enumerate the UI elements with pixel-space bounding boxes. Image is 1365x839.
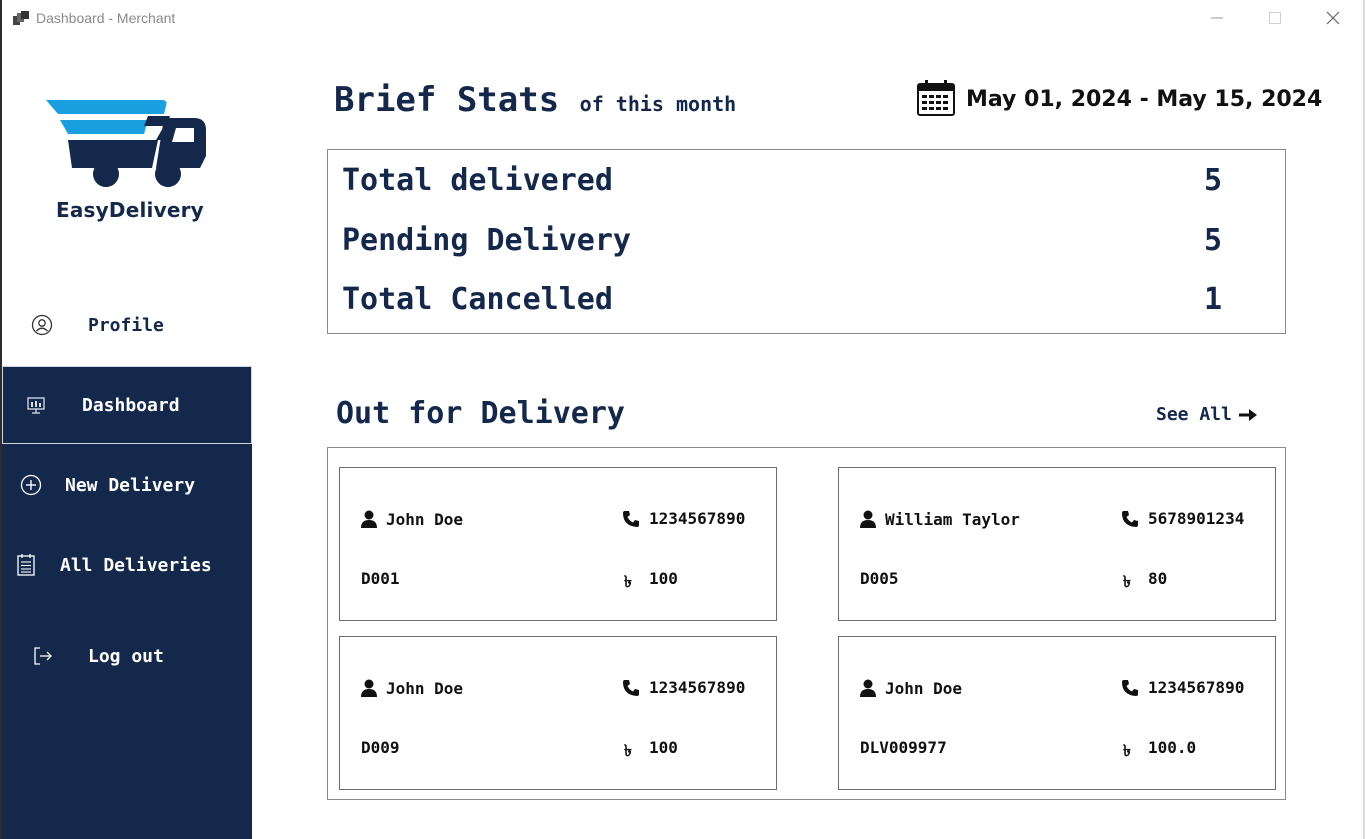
brief-stats-subtitle: of this month bbox=[579, 92, 737, 116]
sidebar-item-profile[interactable]: Profile bbox=[2, 286, 252, 364]
person-icon bbox=[860, 679, 876, 697]
maximize-icon bbox=[1269, 12, 1281, 24]
delivery-id: DLV009977 bbox=[860, 738, 947, 757]
customer-name: John Doe bbox=[386, 510, 464, 529]
arrow-right-icon bbox=[1238, 408, 1257, 421]
delivery-amount: 100 bbox=[649, 569, 678, 588]
delivery-card[interactable]: John Doe 1234567890 D009 ৳ 100 bbox=[339, 636, 777, 790]
maximize-button[interactable] bbox=[1260, 6, 1290, 30]
sidebar-item-label: Profile bbox=[88, 314, 164, 336]
delivery-amount: 80 bbox=[1148, 569, 1168, 588]
sidebar-item-label: Dashboard bbox=[82, 394, 180, 416]
list-icon bbox=[13, 552, 39, 578]
taka-icon: ৳ bbox=[624, 741, 632, 760]
stat-label: Total Cancelled bbox=[342, 282, 613, 317]
customer-phone: 1234567890 bbox=[649, 678, 746, 697]
window-title: Dashboard - Merchant bbox=[36, 10, 176, 26]
sidebar-item-label: New Delivery bbox=[65, 474, 196, 496]
close-icon bbox=[1326, 11, 1340, 25]
stats-panel: Total delivered 5 Pending Delivery 5 Tot… bbox=[327, 149, 1286, 334]
see-all-label: See All bbox=[1156, 404, 1232, 425]
stat-row-pending: Pending Delivery 5 bbox=[342, 223, 1272, 258]
person-icon bbox=[361, 510, 377, 528]
monitor-icon bbox=[23, 392, 49, 418]
delivery-id: D001 bbox=[361, 569, 400, 588]
plus-circle-icon bbox=[18, 472, 44, 498]
logout-icon bbox=[30, 643, 56, 669]
customer-phone: 1234567890 bbox=[649, 509, 746, 528]
sidebar-item-label: All Deliveries bbox=[60, 554, 212, 576]
customer-phone: 1234567890 bbox=[1148, 678, 1245, 697]
user-circle-icon bbox=[29, 312, 55, 338]
app-window-icon bbox=[13, 11, 29, 25]
out-for-delivery-title: Out for Delivery bbox=[336, 396, 625, 431]
taka-icon: ৳ bbox=[1123, 741, 1131, 760]
stat-label: Pending Delivery bbox=[342, 223, 631, 258]
stat-value: 1 bbox=[1204, 282, 1223, 317]
taka-icon: ৳ bbox=[1123, 572, 1131, 591]
delivery-card[interactable]: William Taylor 5678901234 D005 ৳ 80 bbox=[838, 467, 1276, 621]
close-button[interactable] bbox=[1318, 6, 1348, 30]
phone-icon bbox=[1122, 511, 1138, 527]
minimize-button[interactable] bbox=[1202, 6, 1232, 30]
phone-icon bbox=[1122, 680, 1138, 696]
delivery-id: D009 bbox=[361, 738, 400, 757]
stat-value: 5 bbox=[1204, 163, 1223, 198]
sidebar-item-dashboard[interactable]: Dashboard bbox=[2, 366, 252, 444]
brief-stats-heading: Brief Stats of this month bbox=[334, 80, 736, 120]
person-icon bbox=[860, 510, 876, 528]
stat-label: Total delivered bbox=[342, 163, 613, 198]
delivery-amount: 100 bbox=[649, 738, 678, 757]
sidebar-item-label: Log out bbox=[88, 645, 164, 667]
stat-value: 5 bbox=[1204, 223, 1223, 258]
phone-icon bbox=[623, 511, 639, 527]
delivery-amount: 100.0 bbox=[1148, 738, 1197, 757]
stat-row-cancelled: Total Cancelled 1 bbox=[342, 282, 1272, 317]
title-bar: Dashboard - Merchant bbox=[0, 0, 1365, 36]
brief-stats-title: Brief Stats bbox=[334, 80, 560, 120]
calendar-icon[interactable] bbox=[916, 79, 956, 117]
customer-name: William Taylor bbox=[885, 510, 1020, 529]
delivery-card[interactable]: John Doe 1234567890 D001 ৳ 100 bbox=[339, 467, 777, 621]
minimize-icon bbox=[1211, 17, 1223, 19]
taka-icon: ৳ bbox=[624, 572, 632, 591]
stat-row-delivered: Total delivered 5 bbox=[342, 163, 1272, 198]
brand-name: EasyDelivery bbox=[56, 198, 204, 222]
sidebar-item-logout[interactable]: Log out bbox=[2, 617, 252, 695]
customer-name: John Doe bbox=[386, 679, 464, 698]
phone-icon bbox=[623, 680, 639, 696]
see-all-link[interactable]: See All bbox=[1156, 404, 1258, 425]
customer-name: John Doe bbox=[885, 679, 963, 698]
delivery-id: D005 bbox=[860, 569, 899, 588]
date-range: May 01, 2024 - May 15, 2024 bbox=[966, 87, 1323, 112]
truck-logo-icon bbox=[46, 100, 206, 187]
person-icon bbox=[361, 679, 377, 697]
customer-phone: 5678901234 bbox=[1148, 509, 1245, 528]
delivery-card[interactable]: John Doe 1234567890 DLV009977 ৳ 100.0 bbox=[838, 636, 1276, 790]
sidebar-item-new-delivery[interactable]: New Delivery bbox=[2, 446, 252, 524]
sidebar-item-all-deliveries[interactable]: All Deliveries bbox=[2, 526, 252, 604]
